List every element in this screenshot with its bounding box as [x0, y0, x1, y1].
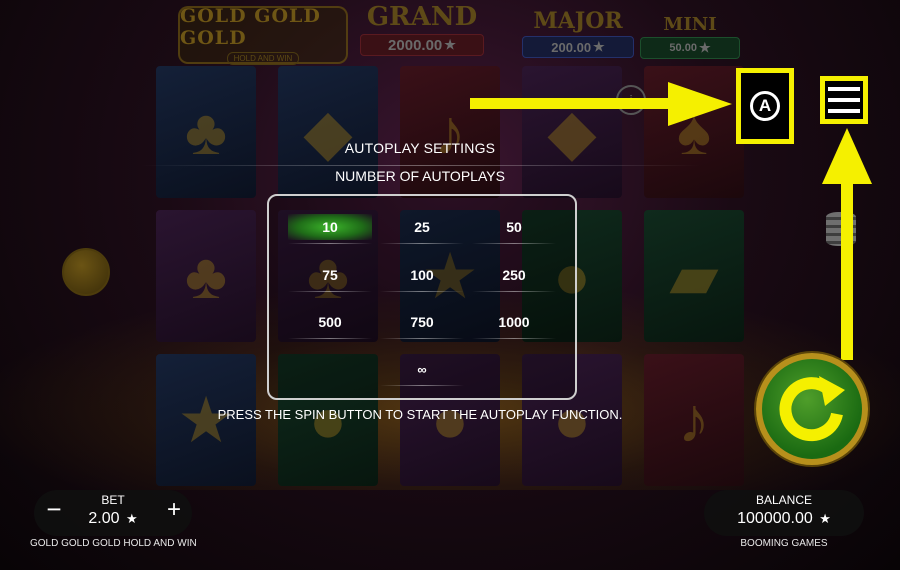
jackpot-major: MAJOR 200.00 ★ — [522, 8, 634, 58]
autoplay-option[interactable]: 25 — [380, 214, 464, 244]
autoplay-option[interactable]: 1000 — [472, 309, 556, 339]
balance-amount: 100000.00 — [737, 510, 813, 527]
bet-increase-button[interactable]: + — [162, 498, 186, 522]
game-name: GOLD GOLD GOLD HOLD AND WIN — [30, 538, 197, 549]
jackpot-mini: MINI 50.00 ★ — [640, 14, 740, 59]
autoplay-count-heading: NUMBER OF AUTOPLAYS — [335, 168, 505, 184]
jackpot-major-value: 200.00 — [551, 39, 592, 55]
autoplay-button[interactable]: A — [736, 68, 794, 144]
menu-icon — [828, 87, 860, 113]
logo-subtitle: HOLD AND WIN — [226, 52, 300, 65]
logo-title: GOLD GOLD GOLD — [180, 5, 321, 49]
bet-amount: 2.00 — [88, 510, 120, 527]
autoplay-hint: PRESS THE SPIN BUTTON TO START THE AUTOP… — [217, 407, 623, 422]
symbol-clover-icon: ♣ — [156, 210, 256, 342]
spin-button[interactable] — [756, 353, 868, 465]
jackpot-mini-value: 50.00 — [669, 42, 697, 54]
reel-1: ♣ ♣ ★ — [152, 66, 260, 502]
jackpot-mini-label: MINI — [663, 14, 717, 35]
jackpot-grand-value: 2000.00 — [388, 36, 443, 54]
autoplay-icon: A — [750, 91, 780, 121]
autoplay-options-panel: 10 25 50 75 100 250 500 750 1000 ∞ — [267, 194, 577, 400]
star-icon: ★ — [593, 39, 605, 54]
autoplay-option[interactable]: 750 — [380, 309, 464, 339]
autoplay-icon-letter: A — [758, 96, 772, 115]
jackpot-major-value-box: 200.00 ★ — [522, 36, 634, 58]
balance-label: BALANCE — [755, 493, 813, 507]
coin-icon — [62, 248, 110, 296]
arrow-up-icon — [822, 128, 872, 360]
jackpot-grand-value-box: 2000.00 ★ — [360, 34, 484, 56]
autoplay-option[interactable]: 250 — [472, 262, 556, 292]
balance-panel: BALANCE 100000.00 ★ — [704, 490, 864, 536]
star-icon: ★ — [444, 37, 456, 52]
balance-value: 100000.00 ★ — [704, 510, 864, 528]
star-icon: ★ — [125, 511, 138, 526]
autoplay-option[interactable]: 50 — [472, 214, 556, 244]
jackpot-mini-value-box: 50.00 ★ — [640, 37, 740, 59]
autoplay-option[interactable]: 75 — [288, 262, 372, 292]
autoplay-option[interactable]: 500 — [288, 309, 372, 339]
divider — [140, 165, 700, 166]
jackpot-grand: GRAND 2000.00 ★ — [360, 2, 484, 56]
star-icon: ★ — [819, 511, 831, 526]
autoplay-option[interactable]: 10 — [288, 214, 372, 244]
provider-name: BOOMING GAMES — [740, 538, 828, 549]
spin-icon — [779, 376, 845, 442]
menu-button[interactable] — [820, 76, 868, 124]
star-icon: ★ — [698, 40, 711, 55]
jackpot-grand-label: GRAND — [366, 2, 478, 32]
arrow-right-icon — [470, 82, 732, 126]
bet-panel: − BET 2.00 ★ + — [34, 490, 192, 536]
symbol-goldbar-icon: ▰ — [644, 210, 744, 342]
reel-5: ♠ ▰ ♪ — [640, 66, 748, 502]
autoplay-settings-title: AUTOPLAY SETTINGS — [344, 140, 496, 156]
autoplay-option[interactable]: 100 — [380, 262, 464, 292]
autoplay-option-infinite[interactable]: ∞ — [380, 356, 464, 386]
jackpot-major-label: MAJOR — [533, 8, 623, 34]
game-logo: GOLD GOLD GOLD HOLD AND WIN — [178, 5, 348, 65]
